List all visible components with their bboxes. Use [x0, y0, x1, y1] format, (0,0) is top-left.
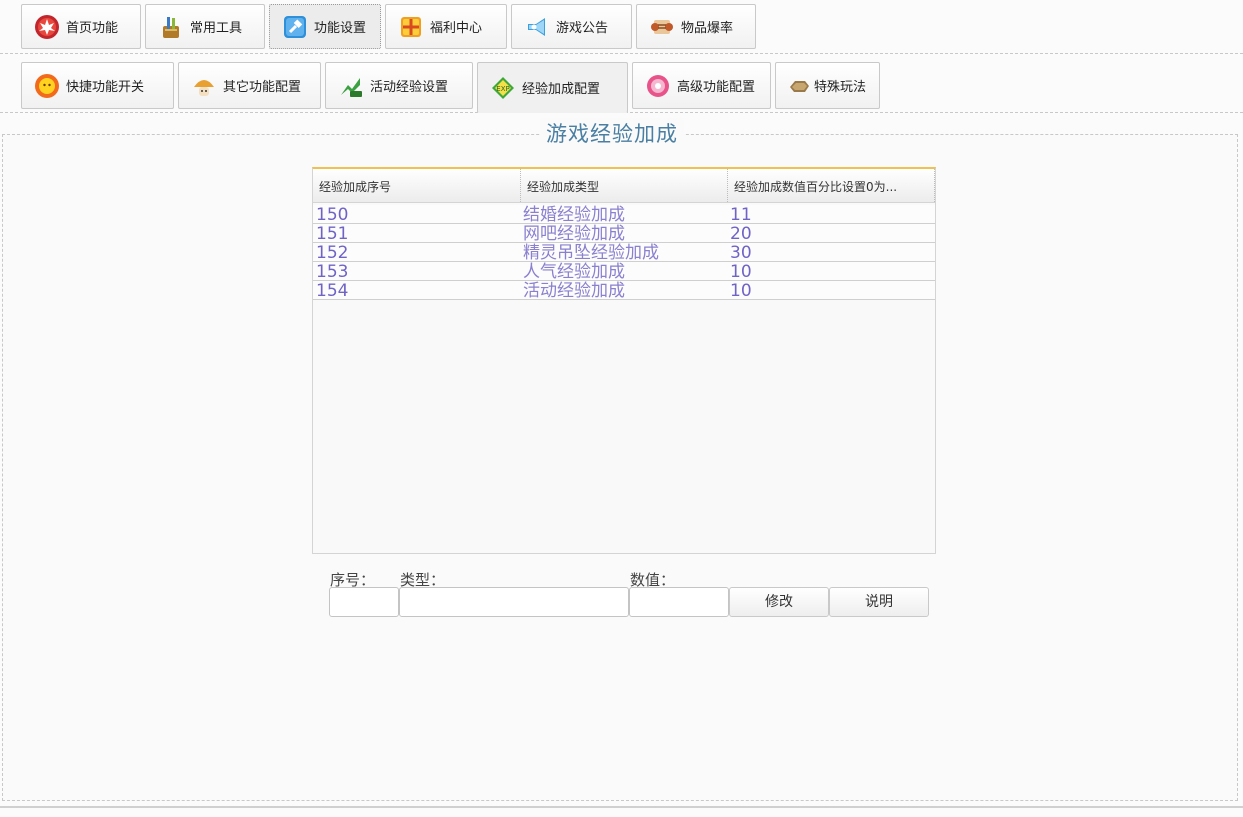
stone-icon: [786, 73, 809, 99]
sub-tab-special-play[interactable]: 特殊玩法: [775, 62, 880, 109]
nav-tab-label: 功能设置: [314, 21, 367, 36]
panel-title: 游戏经验加成: [540, 118, 684, 148]
nav-tab-label: 游戏公告: [556, 21, 609, 36]
cell-value: 10: [730, 262, 752, 282]
sub-tab-label: 其它功能配置: [223, 80, 302, 95]
cell-type: 网吧经验加成: [523, 224, 625, 244]
sub-tab-label: 特殊玩法: [814, 80, 867, 95]
megaphone-icon: [524, 14, 550, 40]
cell-value: 30: [730, 243, 752, 263]
cell-value: 11: [730, 205, 752, 225]
table-row[interactable]: 154 活动经验加成 10: [313, 281, 935, 301]
maple-leaf-icon: [34, 14, 60, 40]
scroll-icon: [649, 14, 675, 40]
sub-tab-other-config[interactable]: 其它功能配置: [178, 62, 321, 109]
cell-value: 20: [730, 224, 752, 244]
table-row[interactable]: 153 人气经验加成 10: [313, 262, 935, 282]
svg-text:EXP: EXP: [496, 85, 509, 93]
sub-tab-advanced-config[interactable]: 高级功能配置: [632, 62, 771, 109]
modify-button[interactable]: 修改: [729, 587, 829, 617]
cell-id: 153: [316, 262, 349, 282]
main-nav-bar: 首页功能 常用工具 功能设置 福利中心 游戏公告 物品爆率: [0, 0, 1243, 54]
exp-arrow-icon: [338, 73, 364, 99]
sub-tab-label: 活动经验设置: [370, 80, 449, 95]
sub-tab-label: 高级功能配置: [677, 80, 756, 95]
settings-hammer-icon: [282, 14, 308, 40]
help-button[interactable]: 说明: [829, 587, 929, 617]
table-row[interactable]: 151 网吧经验加成 20: [313, 224, 935, 244]
nav-tab-welfare[interactable]: 福利中心: [385, 4, 507, 49]
exp-badge-icon: EXP: [490, 75, 516, 101]
type-input[interactable]: [399, 587, 629, 617]
cell-id: 152: [316, 243, 349, 263]
column-header-id[interactable]: 经验加成序号: [313, 169, 521, 202]
nav-tab-label: 物品爆率: [681, 21, 734, 36]
sub-nav-bar: 快捷功能开关 其它功能配置 活动经验设置 EXP 经验加成配置 高级功能配置 特…: [0, 54, 1243, 113]
bottom-divider: [0, 806, 1243, 808]
cell-id: 154: [316, 281, 349, 301]
value-input[interactable]: [629, 587, 729, 617]
nav-tab-home[interactable]: 首页功能: [21, 4, 141, 49]
id-input[interactable]: [329, 587, 399, 617]
nav-tab-announcement[interactable]: 游戏公告: [511, 4, 632, 49]
nav-tab-settings[interactable]: 功能设置: [269, 4, 381, 49]
sub-tab-quick-switch[interactable]: 快捷功能开关: [21, 62, 174, 109]
nav-tab-tools[interactable]: 常用工具: [145, 4, 265, 49]
sub-tab-label: 经验加成配置: [522, 82, 601, 97]
nav-tab-label: 首页功能: [66, 21, 119, 36]
cell-id: 150: [316, 205, 349, 225]
nav-tab-drop-rate[interactable]: 物品爆率: [636, 4, 756, 49]
cell-value: 10: [730, 281, 752, 301]
table-header: 经验加成序号 经验加成类型 经验加成数值百分比设置0为...: [313, 169, 935, 203]
cell-type: 结婚经验加成: [523, 205, 625, 225]
exp-bonus-table[interactable]: 经验加成序号 经验加成类型 经验加成数值百分比设置0为... 150 结婚经验加…: [312, 167, 936, 554]
gift-icon: [398, 14, 424, 40]
pink-orb-icon: [645, 73, 671, 99]
cell-type: 精灵吊坠经验加成: [523, 243, 659, 263]
sun-icon: [34, 73, 60, 99]
cell-type: 人气经验加成: [523, 262, 625, 282]
table-row[interactable]: 150 结婚经验加成 11: [313, 205, 935, 225]
sub-tab-exp-bonus[interactable]: EXP 经验加成配置: [477, 62, 628, 113]
sub-tab-event-exp[interactable]: 活动经验设置: [325, 62, 473, 109]
nav-tab-label: 福利中心: [430, 21, 483, 36]
sub-tab-label: 快捷功能开关: [66, 80, 145, 95]
mushroom-icon: [191, 73, 217, 99]
cell-type: 活动经验加成: [523, 281, 625, 301]
tool-bag-icon: [158, 14, 184, 40]
column-header-type[interactable]: 经验加成类型: [521, 169, 728, 202]
column-header-value[interactable]: 经验加成数值百分比设置0为...: [728, 169, 935, 202]
table-row[interactable]: 152 精灵吊坠经验加成 30: [313, 243, 935, 263]
nav-tab-label: 常用工具: [190, 21, 243, 36]
cell-id: 151: [316, 224, 349, 244]
